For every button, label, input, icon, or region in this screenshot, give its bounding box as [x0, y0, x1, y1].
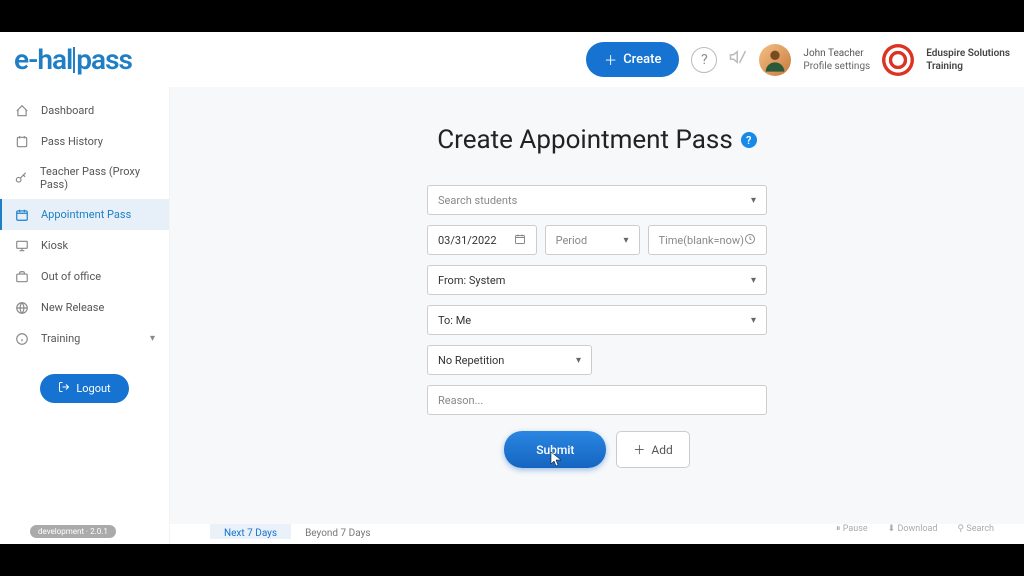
- brand-logo[interactable]: e-halpass: [14, 43, 132, 76]
- sidebar-label: Kiosk: [41, 239, 68, 252]
- pause-icon: ⏸: [836, 524, 843, 534]
- chevron-down-icon: ▾: [751, 275, 756, 286]
- info-icon: [14, 331, 29, 346]
- mute-icon[interactable]: [729, 48, 747, 71]
- search-control[interactable]: ⚲ Search: [958, 524, 994, 534]
- download-icon: ⬇: [888, 524, 898, 534]
- date-field[interactable]: 03/31/2022: [427, 225, 537, 255]
- logout-button[interactable]: Logout: [40, 374, 128, 403]
- org-info[interactable]: Eduspire Solutions Training: [926, 47, 1010, 73]
- repetition-select[interactable]: No Repetition ▾: [427, 345, 592, 375]
- sidebar-label: Out of office: [41, 270, 101, 283]
- appointment-form: Search students ▾ 03/31/2022 Period ▾ Ti…: [427, 185, 767, 468]
- create-button[interactable]: ＋ Create: [586, 42, 679, 77]
- sidebar-label: Dashboard: [41, 104, 94, 117]
- top-header: e-halpass ＋ Create ? John Teacher Profil…: [0, 32, 1024, 87]
- logout-icon: [58, 381, 70, 396]
- chevron-down-icon: ▾: [751, 195, 756, 206]
- time-field[interactable]: Time(blank=now): [648, 225, 767, 255]
- from-value: From: System: [438, 274, 505, 287]
- page-title: Create Appointment Pass ?: [170, 125, 1024, 155]
- sidebar-item-teacher-pass[interactable]: Teacher Pass (Proxy Pass): [0, 157, 169, 199]
- logout-label: Logout: [76, 382, 110, 395]
- tab-beyond-7-days[interactable]: Beyond 7 Days: [291, 524, 384, 539]
- env-badge: development · 2.0.1: [30, 525, 116, 538]
- clock-icon: [744, 233, 756, 248]
- user-name: John Teacher: [803, 47, 870, 60]
- date-value: 03/31/2022: [438, 234, 497, 247]
- submit-label: Submit: [536, 443, 574, 457]
- home-icon: [14, 103, 29, 118]
- bottom-tabs: Next 7 Days Beyond 7 Days ⏸ Pause ⬇ Down…: [170, 524, 1024, 544]
- user-avatar[interactable]: [759, 44, 791, 76]
- globe-icon: [14, 300, 29, 315]
- plus-icon: ＋: [633, 441, 645, 458]
- placeholder-text: Search students: [438, 194, 517, 207]
- sidebar-label: Teacher Pass (Proxy Pass): [40, 165, 155, 191]
- search-students-select[interactable]: Search students ▾: [427, 185, 767, 215]
- repetition-value: No Repetition: [438, 354, 504, 367]
- tab-next-7-days[interactable]: Next 7 Days: [210, 524, 291, 539]
- to-select[interactable]: To: Me ▾: [427, 305, 767, 335]
- sidebar-item-new-release[interactable]: New Release: [0, 292, 169, 323]
- key-icon: [14, 171, 28, 186]
- sidebar-item-training[interactable]: Training ▾: [0, 323, 169, 354]
- org-name: Eduspire Solutions: [926, 47, 1010, 60]
- sidebar-label: Appointment Pass: [41, 208, 131, 221]
- placeholder-text: Time(blank=now): [659, 234, 744, 247]
- help-icon[interactable]: ?: [691, 47, 717, 73]
- add-label: Add: [651, 443, 672, 457]
- reason-field[interactable]: Reason...: [427, 385, 767, 415]
- period-select[interactable]: Period ▾: [545, 225, 640, 255]
- briefcase-icon: [14, 269, 29, 284]
- sidebar-label: Pass History: [41, 135, 103, 148]
- chevron-down-icon: ▾: [624, 235, 629, 246]
- main-content: Create Appointment Pass ? Search student…: [170, 87, 1024, 544]
- add-button[interactable]: ＋ Add: [616, 431, 689, 468]
- calendar-icon: [514, 233, 526, 248]
- sidebar-item-pass-history[interactable]: Pass History: [0, 126, 169, 157]
- sidebar-label: Training: [41, 332, 80, 345]
- submit-button[interactable]: Submit: [504, 431, 606, 468]
- download-control[interactable]: ⬇ Download: [888, 524, 938, 534]
- chevron-down-icon: ▾: [150, 333, 155, 344]
- sidebar-item-kiosk[interactable]: Kiosk: [0, 230, 169, 261]
- sidebar-item-out-of-office[interactable]: Out of office: [0, 261, 169, 292]
- from-select[interactable]: From: System ▾: [427, 265, 767, 295]
- to-value: To: Me: [438, 314, 471, 327]
- create-button-label: Create: [623, 52, 661, 67]
- org-avatar[interactable]: [882, 44, 914, 76]
- history-icon: [14, 134, 29, 149]
- org-subtitle: Training: [926, 60, 1010, 73]
- calendar-icon: [14, 207, 29, 222]
- monitor-icon: [14, 238, 29, 253]
- user-info[interactable]: John Teacher Profile settings: [803, 47, 870, 73]
- sidebar-label: New Release: [41, 301, 104, 314]
- sidebar-item-dashboard[interactable]: Dashboard: [0, 95, 169, 126]
- user-subtitle: Profile settings: [803, 60, 870, 73]
- chevron-down-icon: ▾: [576, 355, 581, 366]
- pause-control[interactable]: ⏸ Pause: [836, 524, 868, 534]
- sidebar: Dashboard Pass History Teacher Pass (Pro…: [0, 87, 170, 544]
- help-icon[interactable]: ?: [741, 132, 757, 148]
- placeholder-text: Reason...: [438, 394, 483, 407]
- placeholder-text: Period: [556, 234, 588, 247]
- plus-icon: ＋: [604, 50, 617, 69]
- sidebar-item-appointment-pass[interactable]: Appointment Pass: [0, 199, 169, 230]
- chevron-down-icon: ▾: [751, 315, 756, 326]
